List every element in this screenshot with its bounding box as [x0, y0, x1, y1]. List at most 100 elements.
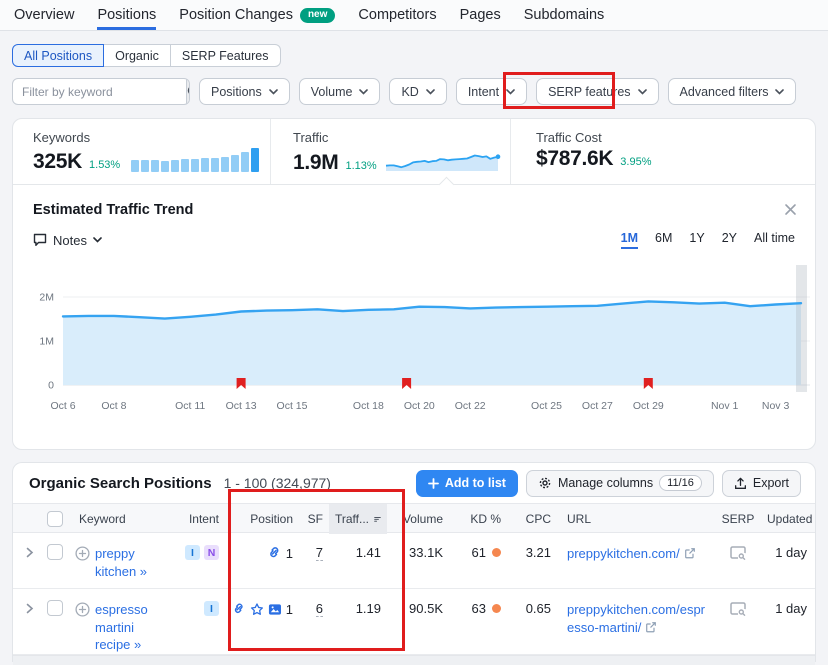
report-nav: Overview Positions Position Changes new … [0, 0, 828, 31]
kd-value: 63 [472, 601, 486, 616]
volume-filter-dropdown[interactable]: Volume [299, 78, 381, 105]
traffic-value: 1.19 [329, 589, 387, 616]
range-1m[interactable]: 1M [621, 231, 638, 249]
chevron-down-icon [638, 89, 647, 95]
summary-metrics: Keywords 325K 1.53% Traffic 1.9M 1.13% T… [13, 119, 815, 185]
columns-count-badge: 11/16 [659, 475, 702, 491]
intent-informational-badge[interactable]: I [185, 545, 200, 560]
image-pack-icon[interactable] [268, 602, 282, 617]
nav-competitors[interactable]: Competitors [358, 0, 436, 30]
kd-filter-dropdown[interactable]: KD [389, 78, 446, 105]
tab-serp-features[interactable]: SERP Features [170, 44, 281, 67]
intent-informational-badge[interactable]: I [204, 601, 219, 616]
close-icon [784, 203, 797, 216]
col-serp[interactable]: SERP [715, 512, 761, 526]
new-badge: new [300, 8, 335, 23]
keyword-link[interactable]: preppy kitchen » [95, 545, 173, 580]
notes-icon [33, 233, 47, 247]
updated-value: 1 day [761, 533, 813, 560]
position-value: 1 [286, 602, 293, 617]
svg-text:Oct 11: Oct 11 [175, 400, 205, 412]
sitelinks-icon[interactable] [266, 545, 282, 561]
nav-positions[interactable]: Positions [97, 0, 156, 30]
sf-value[interactable]: 6 [316, 601, 323, 617]
external-link-icon[interactable] [645, 621, 657, 633]
table-range-label: 1 - 100 (324,977) [224, 475, 331, 491]
svg-text:Oct 29: Oct 29 [633, 400, 664, 412]
metric-traffic-cost[interactable]: Traffic Cost $787.6K 3.95% [511, 119, 815, 184]
row-expand-button[interactable] [13, 533, 47, 558]
col-keyword[interactable]: Keyword [73, 512, 179, 526]
range-2y[interactable]: 2Y [722, 231, 737, 249]
url-link[interactable]: preppykitchen.com/ [567, 546, 680, 561]
reviews-star-icon[interactable] [250, 602, 264, 617]
add-keyword-icon[interactable] [75, 602, 90, 617]
kd-value: 61 [472, 545, 486, 560]
range-6m[interactable]: 6M [655, 231, 672, 249]
cpc-value: 0.65 [507, 589, 557, 616]
serp-preview-icon [730, 546, 747, 561]
svg-text:Oct 6: Oct 6 [50, 400, 75, 412]
positions-table-card: Organic Search Positions 1 - 100 (324,97… [12, 462, 816, 662]
trend-title: Estimated Traffic Trend [33, 202, 193, 218]
col-url[interactable]: URL [557, 512, 715, 526]
add-to-list-button[interactable]: Add to list [416, 470, 518, 497]
notes-dropdown[interactable]: Notes [33, 233, 102, 248]
range-1y[interactable]: 1Y [689, 231, 704, 249]
search-button[interactable] [186, 79, 190, 104]
intent-badges: I N [185, 545, 219, 560]
col-kd[interactable]: KD % [449, 512, 507, 526]
keywords-bar-sparkline [131, 148, 259, 172]
serp-features-filter-dropdown[interactable]: SERP features [536, 78, 658, 105]
close-trend-button[interactable] [782, 201, 799, 218]
intent-navigational-badge[interactable]: N [204, 545, 219, 560]
traffic-trend-chart[interactable]: 01M2MOct 6Oct 8Oct 11Oct 13Oct 15Oct 18O… [13, 257, 815, 427]
tab-organic[interactable]: Organic [103, 44, 171, 67]
col-updated[interactable]: Updated [761, 512, 813, 526]
col-traffic-sorted[interactable]: Traff... [329, 504, 387, 534]
search-icon [187, 85, 190, 98]
external-link-icon[interactable] [684, 547, 696, 559]
serp-snapshot-button[interactable] [715, 533, 761, 561]
nav-overview[interactable]: Overview [14, 0, 74, 30]
add-keyword-icon[interactable] [75, 546, 90, 561]
row-checkbox[interactable] [47, 600, 63, 616]
svg-text:Oct 15: Oct 15 [277, 400, 308, 412]
range-all-time[interactable]: All time [754, 231, 795, 249]
chevron-down-icon [359, 89, 368, 95]
traffic-value: 1.41 [329, 533, 387, 560]
gear-icon [538, 476, 552, 490]
col-position[interactable]: Position [225, 512, 299, 526]
serp-snapshot-button[interactable] [715, 589, 761, 617]
date-range-selector: 1M 6M 1Y 2Y All time [621, 231, 795, 249]
export-button[interactable]: Export [722, 470, 801, 497]
nav-position-changes[interactable]: Position Changes new [179, 0, 335, 30]
url-link[interactable]: preppykitchen.com/espresso-martini/ [567, 602, 705, 635]
nav-subdomains[interactable]: Subdomains [524, 0, 605, 30]
metric-keywords[interactable]: Keywords 325K 1.53% [13, 119, 271, 184]
row-expand-button[interactable] [13, 589, 47, 614]
intent-filter-dropdown[interactable]: Intent [456, 78, 527, 105]
col-volume[interactable]: Volume [387, 512, 449, 526]
select-all-checkbox[interactable] [47, 511, 63, 527]
nav-pages[interactable]: Pages [460, 0, 501, 30]
sf-value[interactable]: 7 [316, 545, 323, 561]
position-value: 1 [286, 546, 293, 561]
chevron-down-icon [506, 89, 515, 95]
col-cpc[interactable]: CPC [507, 512, 557, 526]
chevron-right-icon [26, 603, 34, 614]
advanced-filters-dropdown[interactable]: Advanced filters [668, 78, 797, 105]
next-row-strip [13, 655, 815, 665]
table-header-row: Keyword Intent Position SF Traff... Volu… [13, 503, 815, 533]
metric-traffic[interactable]: Traffic 1.9M 1.13% [271, 119, 511, 184]
keyword-filter-input[interactable] [13, 79, 186, 104]
positions-filter-dropdown[interactable]: Positions [199, 78, 290, 105]
positions-type-tabs: All Positions Organic SERP Features [12, 44, 281, 67]
col-intent[interactable]: Intent [179, 512, 225, 526]
manage-columns-button[interactable]: Manage columns 11/16 [526, 470, 714, 497]
row-checkbox[interactable] [47, 544, 63, 560]
col-sf[interactable]: SF [299, 512, 329, 526]
sitelinks-icon[interactable] [231, 601, 246, 617]
keyword-link[interactable]: espresso martini recipe » [95, 601, 173, 654]
tab-all-positions[interactable]: All Positions [12, 44, 104, 67]
